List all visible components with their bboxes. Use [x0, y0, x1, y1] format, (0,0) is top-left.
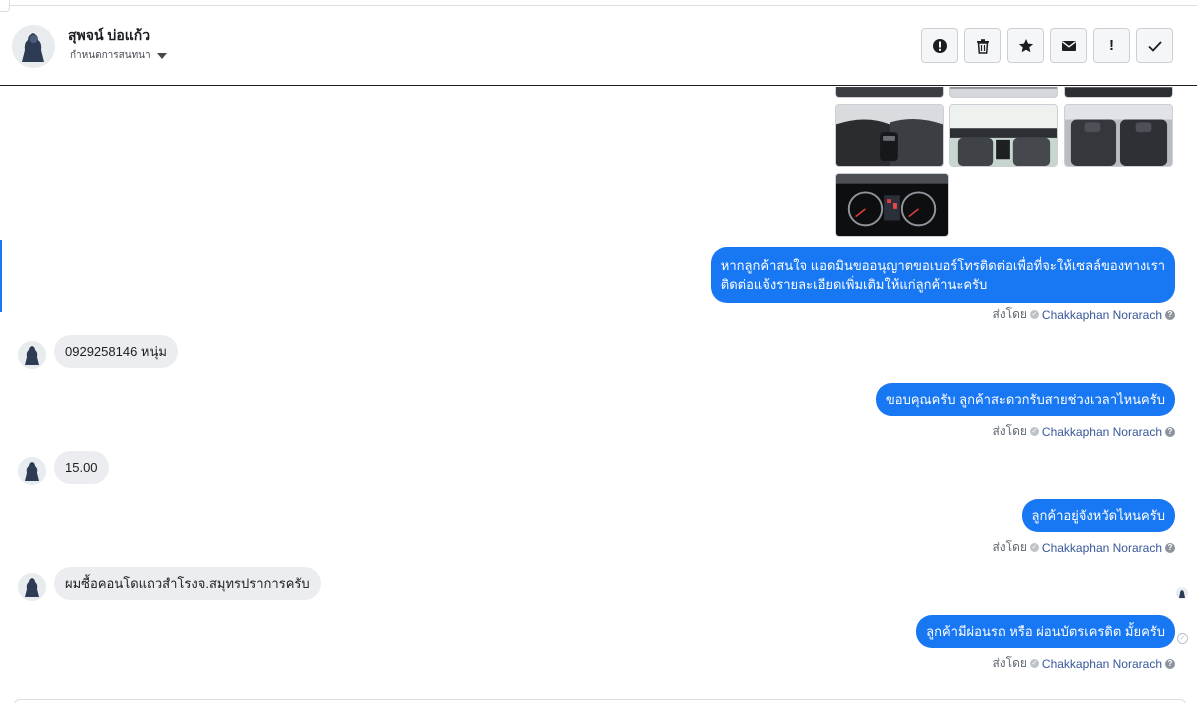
agent-name-link[interactable]: Chakkaphan Norarach [1042, 308, 1162, 322]
sent-by-info: ส่งโดย ✓ Chakkaphan Norarach ? [992, 305, 1175, 324]
conversation-view: สุพจน์ บ่อแก้ว กำหนดการสนทนา ! หากลูกค้า… [0, 0, 1197, 703]
sent-by-label: ส่งโดย [992, 424, 1027, 438]
help-icon[interactable]: ? [1165, 309, 1175, 320]
important-button[interactable]: ! [1093, 28, 1130, 63]
delivered-status-icon: ✓ [1177, 633, 1188, 644]
incoming-message[interactable]: ผมซื้อคอนโดแถวสำโรงจ.สมุทรปราการครับ [54, 567, 321, 600]
delete-button[interactable] [964, 28, 1001, 63]
active-indicator [0, 240, 2, 312]
sent-by-label: ส่งโดย [992, 540, 1027, 554]
star-icon [1018, 38, 1033, 52]
verified-icon: ✓ [1029, 659, 1039, 668]
sent-by-label: ส่งโดย [992, 307, 1027, 321]
car-interior-photo[interactable] [835, 87, 944, 98]
conversation-header: สุพจน์ บ่อแก้ว กำหนดการสนทนา ! [0, 6, 1197, 86]
envelope-icon [1061, 40, 1076, 51]
car-rear-seats-photo[interactable] [1064, 104, 1173, 167]
contact-name[interactable]: สุพจน์ บ่อแก้ว [68, 25, 150, 47]
agent-name-link[interactable]: Chakkaphan Norarach [1042, 657, 1162, 671]
done-button[interactable] [1136, 28, 1173, 63]
checkmark-icon [1147, 40, 1162, 52]
car-seats-photo[interactable] [835, 104, 944, 167]
outgoing-message[interactable]: ลูกค้ามีผ่อนรถ หรือ ผ่อนบัตรเครดิต มั้ยค… [916, 615, 1175, 648]
contact-avatar-small[interactable] [18, 341, 46, 369]
car-cabin-photo[interactable] [949, 104, 1058, 167]
sent-by-info: ส่งโดย ✓ Chakkaphan Norarach ? [992, 538, 1175, 557]
message-text-line: ติดต่อแจ้งรายละเอียดเพิ่มเติมให้แก่ลูกค้… [720, 277, 988, 292]
help-icon[interactable]: ? [1165, 426, 1175, 437]
outgoing-message[interactable]: หากลูกค้าสนใจ แอดมินขออนุญาตขอเบอร์โทรติ… [710, 247, 1175, 303]
car-gauge-cluster-photo[interactable] [835, 173, 949, 237]
sent-by-info: ส่งโดย ✓ Chakkaphan Norarach ? [992, 654, 1175, 673]
alert-circle-icon [932, 38, 947, 53]
caret-down-icon [156, 52, 167, 59]
assign-label: กำหนดการสนทนา [70, 50, 151, 61]
mark-unread-button[interactable] [1050, 28, 1087, 63]
agent-name-link[interactable]: Chakkaphan Norarach [1042, 541, 1162, 555]
contact-avatar-small[interactable] [18, 573, 46, 601]
outgoing-message[interactable]: ขอบคุณครับ ลูกค้าสะดวกรับสายช่วงเวลาไหนค… [875, 383, 1175, 416]
incoming-message[interactable]: 15.00 [54, 451, 109, 484]
message-text-line: หากลูกค้าสนใจ แอดมินขออนุญาตขอเบอร์โทรติ… [720, 258, 1165, 273]
car-interior-photo[interactable] [949, 87, 1058, 98]
alert-button[interactable] [921, 28, 958, 63]
verified-icon: ✓ [1029, 310, 1039, 319]
help-icon[interactable]: ? [1165, 658, 1175, 669]
car-interior-photo[interactable] [1064, 87, 1173, 98]
help-icon[interactable]: ? [1165, 542, 1175, 553]
outgoing-message[interactable]: ลูกค้าอยู่จังหวัดไหนครับ [1021, 499, 1175, 532]
assign-conversation-dropdown[interactable]: กำหนดการสนทนา [70, 48, 167, 63]
star-button[interactable] [1007, 28, 1044, 63]
contact-avatar[interactable] [12, 25, 55, 68]
sent-by-label: ส่งโดย [992, 656, 1027, 670]
seen-avatar-icon [1176, 587, 1188, 599]
agent-name-link[interactable]: Chakkaphan Norarach [1042, 425, 1162, 439]
contact-avatar-small[interactable] [18, 457, 46, 485]
trash-icon [976, 38, 989, 54]
incoming-message[interactable]: 0929258146 หนุ่ม [54, 335, 178, 368]
message-list[interactable]: หากลูกค้าสนใจ แอดมินขออนุญาตขอเบอร์โทรติ… [0, 87, 1197, 703]
verified-icon: ✓ [1029, 427, 1039, 436]
verified-icon: ✓ [1029, 543, 1039, 552]
sent-by-info: ส่งโดย ✓ Chakkaphan Norarach ? [992, 422, 1175, 441]
exclamation-icon: ! [1109, 37, 1114, 54]
composer-top-edge [14, 699, 1186, 703]
